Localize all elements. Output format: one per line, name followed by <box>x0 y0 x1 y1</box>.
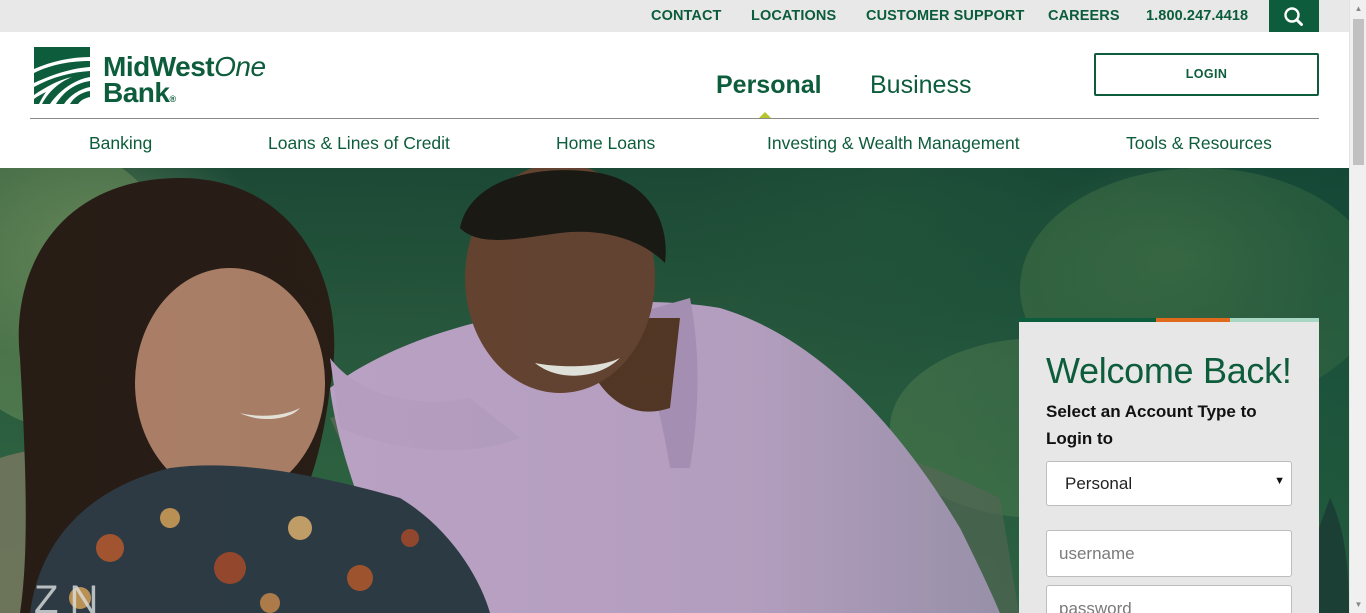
account-type-select[interactable]: Personal ▼ <box>1046 461 1292 506</box>
logo-mark-icon <box>34 47 90 104</box>
nav-item-loans-lines-of-credit[interactable]: Loans & Lines of Credit <box>268 132 450 154</box>
nav-item-tools-resources[interactable]: Tools & Resources <box>1126 132 1272 154</box>
brand-logo[interactable]: MidWestOne Bank® <box>34 47 284 108</box>
segment-tab-business[interactable]: Business <box>870 70 971 100</box>
scroll-thumb[interactable] <box>1353 19 1364 165</box>
panel-stripe-mint <box>1230 318 1319 322</box>
utility-link-locations[interactable]: LOCATIONS <box>751 0 836 32</box>
account-type-selected-value: Personal <box>1065 474 1133 493</box>
search-icon <box>1284 7 1303 26</box>
header-divider <box>30 118 1319 119</box>
panel-stripe-green <box>1019 318 1156 322</box>
chevron-down-icon: ▼ <box>1274 475 1285 487</box>
nav-item-banking[interactable]: Banking <box>89 132 152 154</box>
login-panel: Welcome Back! Select an Account Type to … <box>1019 318 1319 613</box>
segment-tab-personal[interactable]: Personal <box>716 70 822 100</box>
site-header: MidWestOne Bank® Personal Business LOGIN… <box>0 32 1349 168</box>
login-button[interactable]: LOGIN <box>1094 53 1319 96</box>
utility-link-careers[interactable]: CAREERS <box>1048 0 1120 32</box>
account-type-label: Select an Account Type to Login to <box>1046 402 1257 448</box>
login-panel-title: Welcome Back! <box>1046 350 1292 391</box>
utility-link-customer-support[interactable]: CUSTOMER SUPPORT <box>866 0 1024 32</box>
search-button[interactable] <box>1269 0 1319 32</box>
utility-link-contact[interactable]: CONTACT <box>651 0 722 32</box>
page-scrollbar[interactable]: ▲ ▼ <box>1349 0 1366 613</box>
username-input[interactable] <box>1046 530 1292 577</box>
scroll-up-arrow-icon[interactable]: ▲ <box>1350 0 1366 17</box>
panel-stripe-orange <box>1156 318 1230 322</box>
utility-bar: CONTACT LOCATIONS CUSTOMER SUPPORT CAREE… <box>0 0 1349 32</box>
utility-link-phone[interactable]: 1.800.247.4418 <box>1146 0 1248 32</box>
scroll-down-arrow-icon[interactable]: ▼ <box>1350 596 1366 613</box>
nav-item-investing-wealth-management[interactable]: Investing & Wealth Management <box>767 132 1020 154</box>
nav-item-home-loans[interactable]: Home Loans <box>556 132 655 154</box>
password-input[interactable] <box>1046 585 1292 613</box>
